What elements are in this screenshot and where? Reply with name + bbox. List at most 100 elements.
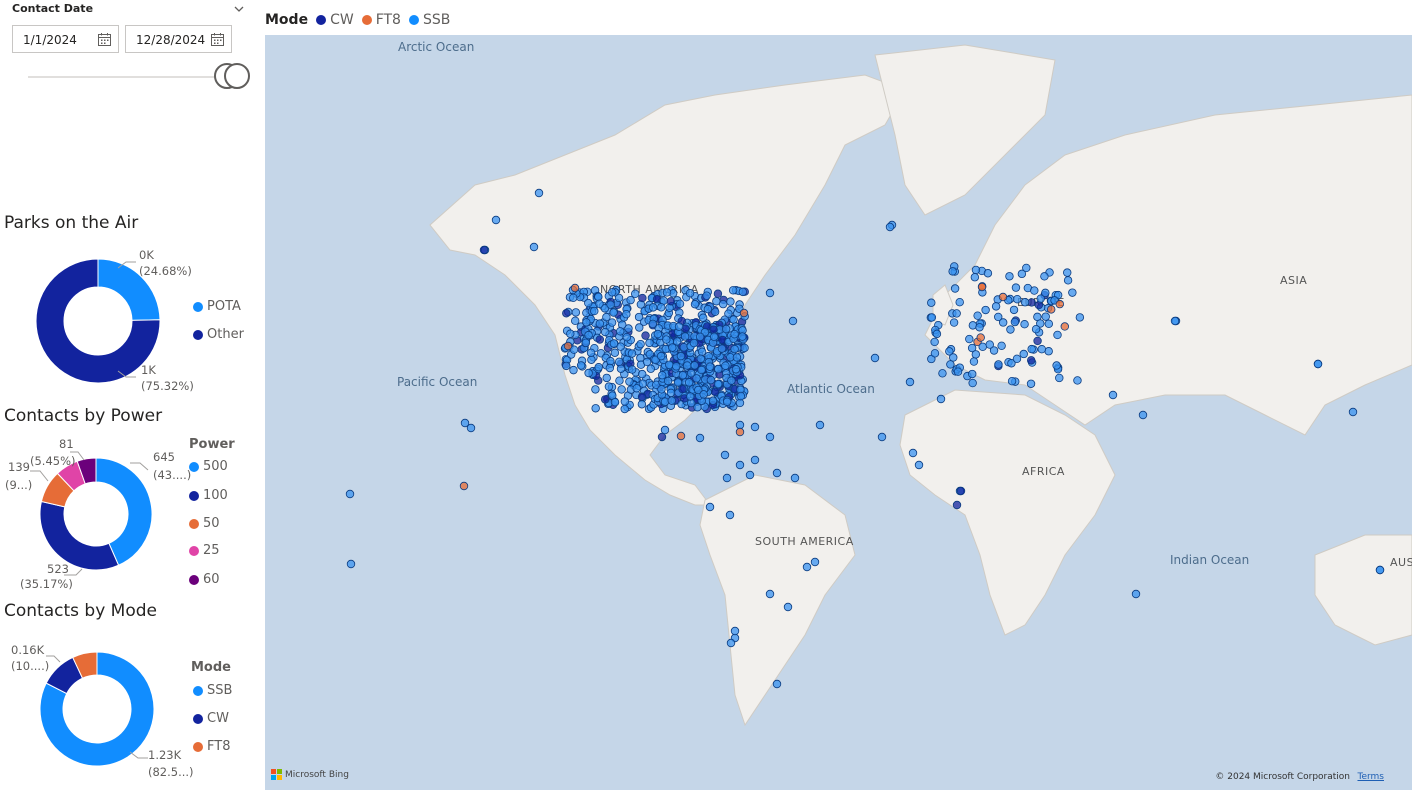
contact-point[interactable] bbox=[997, 341, 1006, 350]
contact-point[interactable] bbox=[885, 222, 895, 232]
contact-point[interactable] bbox=[345, 489, 355, 499]
contact-point[interactable] bbox=[570, 283, 580, 293]
contact-point[interactable] bbox=[1044, 319, 1054, 329]
contact-point[interactable] bbox=[642, 357, 652, 367]
legend-item-ft8[interactable]: FT8 bbox=[193, 739, 230, 754]
contact-point[interactable] bbox=[1348, 407, 1358, 417]
contact-point[interactable] bbox=[1005, 272, 1014, 281]
contact-point[interactable] bbox=[713, 289, 723, 298]
slider-end-handle[interactable] bbox=[224, 63, 250, 89]
contact-point[interactable] bbox=[714, 364, 723, 374]
contact-point[interactable] bbox=[571, 316, 580, 326]
map-legend-item-ssb[interactable]: SSB bbox=[408, 12, 450, 28]
contact-point[interactable] bbox=[587, 355, 596, 364]
contact-point[interactable] bbox=[717, 344, 727, 353]
contact-point[interactable] bbox=[1027, 344, 1036, 354]
contact-point[interactable] bbox=[672, 362, 681, 371]
contact-point[interactable] bbox=[657, 432, 667, 442]
contact-point[interactable] bbox=[1055, 299, 1064, 309]
map-legend-item-ft8[interactable]: FT8 bbox=[361, 12, 401, 28]
contact-point[interactable] bbox=[676, 431, 686, 441]
contact-point[interactable] bbox=[730, 626, 740, 636]
contact-point[interactable] bbox=[975, 323, 984, 332]
contact-point[interactable] bbox=[991, 302, 1001, 311]
contact-point[interactable] bbox=[534, 188, 544, 198]
contact-point[interactable] bbox=[1013, 295, 1022, 304]
contact-point[interactable] bbox=[970, 273, 980, 282]
contact-point[interactable] bbox=[1009, 305, 1019, 315]
contact-point[interactable] bbox=[709, 325, 718, 334]
contact-point[interactable] bbox=[667, 396, 676, 405]
contact-point[interactable] bbox=[676, 351, 686, 361]
contact-point[interactable] bbox=[584, 368, 593, 378]
contact-point[interactable] bbox=[1026, 379, 1036, 388]
contact-point[interactable] bbox=[705, 362, 715, 371]
contact-point[interactable] bbox=[1031, 324, 1041, 334]
contact-point[interactable] bbox=[732, 353, 742, 362]
legend-item-100[interactable]: 100 bbox=[189, 488, 228, 503]
contact-point[interactable] bbox=[657, 385, 666, 394]
contact-point[interactable] bbox=[697, 365, 706, 375]
contact-point[interactable] bbox=[1041, 312, 1050, 321]
contact-point[interactable] bbox=[582, 318, 591, 327]
contact-point[interactable] bbox=[727, 376, 736, 385]
contact-point[interactable] bbox=[750, 422, 760, 432]
contact-point[interactable] bbox=[689, 338, 699, 348]
contact-point[interactable] bbox=[927, 313, 937, 322]
contact-point[interactable] bbox=[1063, 276, 1073, 285]
map-terms-link[interactable]: Terms bbox=[1357, 772, 1384, 782]
contact-point[interactable] bbox=[569, 293, 578, 303]
contact-point[interactable] bbox=[877, 432, 887, 442]
contact-point[interactable] bbox=[637, 369, 647, 379]
contact-point[interactable] bbox=[772, 468, 782, 478]
contact-point[interactable] bbox=[663, 376, 673, 386]
contact-point[interactable] bbox=[1020, 298, 1030, 307]
contact-point[interactable] bbox=[706, 375, 716, 385]
contact-point[interactable] bbox=[908, 448, 918, 458]
contact-point[interactable] bbox=[783, 602, 793, 612]
contact-point[interactable] bbox=[708, 396, 718, 405]
contact-point[interactable] bbox=[1073, 376, 1082, 385]
contact-point[interactable] bbox=[662, 335, 671, 344]
contact-point[interactable] bbox=[614, 357, 624, 367]
contact-point[interactable] bbox=[638, 379, 648, 388]
contact-point[interactable] bbox=[607, 318, 617, 327]
contact-point[interactable] bbox=[637, 400, 647, 409]
contact-point[interactable] bbox=[765, 432, 775, 442]
contact-point[interactable] bbox=[745, 470, 755, 480]
contact-point[interactable] bbox=[668, 343, 677, 352]
contact-point[interactable] bbox=[648, 303, 658, 312]
contact-point[interactable] bbox=[965, 334, 974, 344]
contact-point[interactable] bbox=[952, 500, 962, 510]
contact-point[interactable] bbox=[674, 322, 684, 331]
contact-point[interactable] bbox=[870, 353, 880, 363]
contact-point[interactable] bbox=[713, 379, 723, 389]
contact-point[interactable] bbox=[581, 338, 591, 348]
contact-point[interactable] bbox=[726, 297, 735, 306]
contact-point[interactable] bbox=[610, 398, 620, 407]
contact-point[interactable] bbox=[994, 360, 1003, 369]
contact-point[interactable] bbox=[725, 510, 735, 520]
contact-point[interactable] bbox=[815, 420, 825, 430]
contact-point[interactable] bbox=[491, 215, 501, 225]
contact-point[interactable] bbox=[730, 330, 739, 339]
contact-points-layer[interactable] bbox=[265, 35, 1412, 790]
contact-point[interactable] bbox=[722, 397, 732, 406]
contact-point[interactable] bbox=[968, 378, 977, 388]
contact-point[interactable] bbox=[1010, 317, 1020, 327]
contact-point[interactable] bbox=[626, 295, 635, 305]
contact-point[interactable] bbox=[692, 374, 701, 383]
contact-point[interactable] bbox=[606, 300, 615, 309]
contact-point[interactable] bbox=[1075, 313, 1085, 322]
contact-point[interactable] bbox=[914, 460, 924, 470]
contact-point[interactable] bbox=[1027, 356, 1036, 365]
contact-point[interactable] bbox=[660, 425, 670, 435]
contact-point[interactable] bbox=[635, 323, 644, 332]
contact-point[interactable] bbox=[563, 341, 573, 351]
contact-point[interactable] bbox=[971, 265, 981, 275]
contact-point[interactable] bbox=[788, 316, 798, 326]
contact-point[interactable] bbox=[666, 297, 676, 306]
contact-point[interactable] bbox=[595, 319, 605, 328]
contact-point[interactable] bbox=[657, 303, 666, 312]
contact-point[interactable] bbox=[562, 361, 571, 371]
